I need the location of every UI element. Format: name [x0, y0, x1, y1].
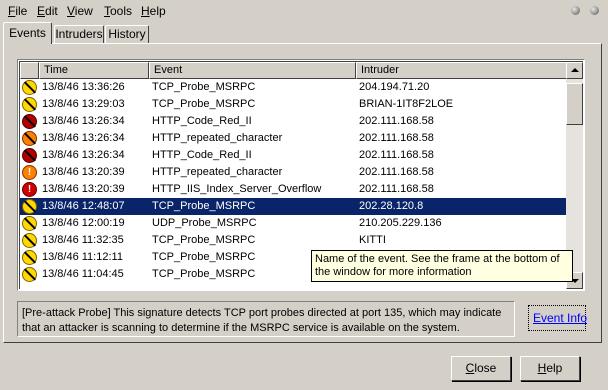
close-button[interactable]: Close [451, 356, 511, 381]
menu-file[interactable]: File [8, 4, 27, 18]
cell-event: HTTP_Code_Red_II [152, 115, 252, 127]
severity-yellow-slash-icon [22, 233, 37, 248]
cell-time: 13/8/46 12:00:19 [42, 217, 125, 229]
help-button[interactable]: Help [520, 356, 580, 381]
cell-event: TCP_Probe_MSRPC [152, 81, 256, 93]
scroll-thumb[interactable] [566, 83, 583, 125]
cell-time: 13/8/46 13:20:39 [42, 166, 125, 178]
cell-time: 13/8/46 13:26:34 [42, 115, 125, 127]
menu-tools[interactable]: Tools [104, 4, 132, 18]
table-row[interactable]: 13/8/46 11:32:35 TCP_Probe_MSRPC KITTI [20, 232, 568, 249]
severity-yellow-slash-icon [22, 97, 37, 112]
column-header-intruder[interactable]: Intruder [356, 62, 568, 79]
table-row[interactable]: ! 13/8/46 13:20:39 HTTP_IIS_Index_Server_O… [20, 181, 568, 198]
cell-intruder: 202.111.168.58 [359, 149, 434, 161]
cell-intruder: 202.111.168.58 [359, 132, 434, 144]
cell-time: 13/8/46 11:04:45 [42, 268, 124, 280]
severity-yellow-slash-icon [22, 216, 37, 231]
arrow-up-icon [571, 68, 579, 72]
cell-time: 13/8/46 13:26:34 [42, 132, 125, 144]
severity-yellow-slash-icon [22, 267, 37, 282]
severity-orange-bang-icon: ! [22, 165, 37, 180]
menu-bar: File Edit View Tools Help [0, 0, 608, 22]
severity-darkred-slash-icon [22, 148, 37, 163]
tab-intruders[interactable]: Intruders [54, 25, 104, 43]
tab-history[interactable]: History [105, 25, 149, 43]
cell-intruder: 202.111.168.58 [359, 166, 434, 178]
status-light-icon [571, 6, 580, 15]
severity-orange-slash-icon [22, 131, 37, 146]
cell-time: 13/8/46 11:32:35 [42, 234, 124, 246]
table-row[interactable]: 13/8/46 13:26:34 HTTP_Code_Red_II 202.111.… [20, 113, 568, 130]
column-tooltip: Name of the event. See the frame at the … [311, 250, 573, 282]
table-row[interactable]: 13/8/46 13:26:34 HTTP_repeated_character 2… [20, 130, 568, 147]
severity-yellow-slash-icon [22, 250, 37, 265]
cell-event: TCP_Probe_MSRPC [152, 251, 256, 263]
column-header-event[interactable]: Event [149, 62, 356, 79]
column-header-time[interactable]: Time [39, 62, 149, 79]
list-header: Time Event Intruder [20, 62, 568, 79]
severity-yellow-slash-icon [22, 199, 37, 214]
cell-event: HTTP_IIS_Index_Server_Overflow [152, 183, 322, 195]
cell-event: HTTP_repeated_character [152, 166, 283, 178]
cell-intruder: 202.28.120.8 [359, 200, 424, 212]
cell-intruder: BRIAN-1IT8F2LOE [359, 98, 454, 110]
table-row[interactable]: 13/8/46 13:36:26 TCP_Probe_MSRPC 204.194.7… [20, 79, 568, 96]
cell-time: 13/8/46 13:20:39 [42, 183, 125, 195]
tab-events[interactable]: Events [3, 22, 52, 44]
cell-event: HTTP_repeated_character [152, 132, 283, 144]
table-row[interactable]: ! 13/8/46 13:20:39 HTTP_repeated_character… [20, 164, 568, 181]
cell-intruder: KITTI [359, 234, 386, 246]
cell-intruder: 202.111.168.58 [359, 183, 434, 195]
table-row[interactable]: 13/8/46 12:48:07 TCP_Probe_MSRPC 202.28.12… [20, 198, 568, 215]
scroll-up-button[interactable] [566, 62, 583, 79]
cell-event: TCP_Probe_MSRPC [152, 200, 256, 212]
table-row[interactable]: 13/8/46 13:29:03 TCP_Probe_MSRPC BRIAN-1IT… [20, 96, 568, 113]
status-light-icon [590, 6, 599, 15]
cell-time: 13/8/46 12:48:07 [42, 200, 125, 212]
table-row[interactable]: 13/8/46 12:00:19 UDP_Probe_MSRPC 210.205.2… [20, 215, 568, 232]
cell-time: 13/8/46 11:12:11 [42, 251, 123, 263]
cell-event: HTTP_Code_Red_II [152, 149, 252, 161]
severity-red-bang-icon: ! [22, 182, 37, 197]
severity-yellow-slash-icon [22, 80, 37, 95]
severity-darkred-slash-icon [22, 114, 37, 129]
cell-intruder: 202.111.168.58 [359, 115, 434, 127]
cell-time: 13/8/46 13:29:03 [42, 98, 125, 110]
cell-event: TCP_Probe_MSRPC [152, 234, 256, 246]
column-header-icon[interactable] [20, 62, 39, 79]
cell-time: 13/8/46 13:26:34 [42, 149, 125, 161]
event-description: [Pre-attack Probe] This signature detect… [17, 301, 515, 337]
cell-time: 13/8/46 13:36:26 [42, 81, 125, 93]
event-info-link[interactable]: Event Info [533, 311, 587, 325]
menu-help[interactable]: Help [141, 4, 166, 18]
table-row[interactable]: 13/8/46 13:26:34 HTTP_Code_Red_II 202.111.… [20, 147, 568, 164]
cell-event: UDP_Probe_MSRPC [152, 217, 257, 229]
cell-event: TCP_Probe_MSRPC [152, 268, 256, 280]
cell-intruder: 210.205.229.136 [359, 217, 442, 229]
menu-edit[interactable]: Edit [37, 4, 58, 18]
cell-intruder: 204.194.71.20 [359, 81, 430, 93]
cell-event: TCP_Probe_MSRPC [152, 98, 256, 110]
menu-view[interactable]: View [67, 4, 93, 18]
